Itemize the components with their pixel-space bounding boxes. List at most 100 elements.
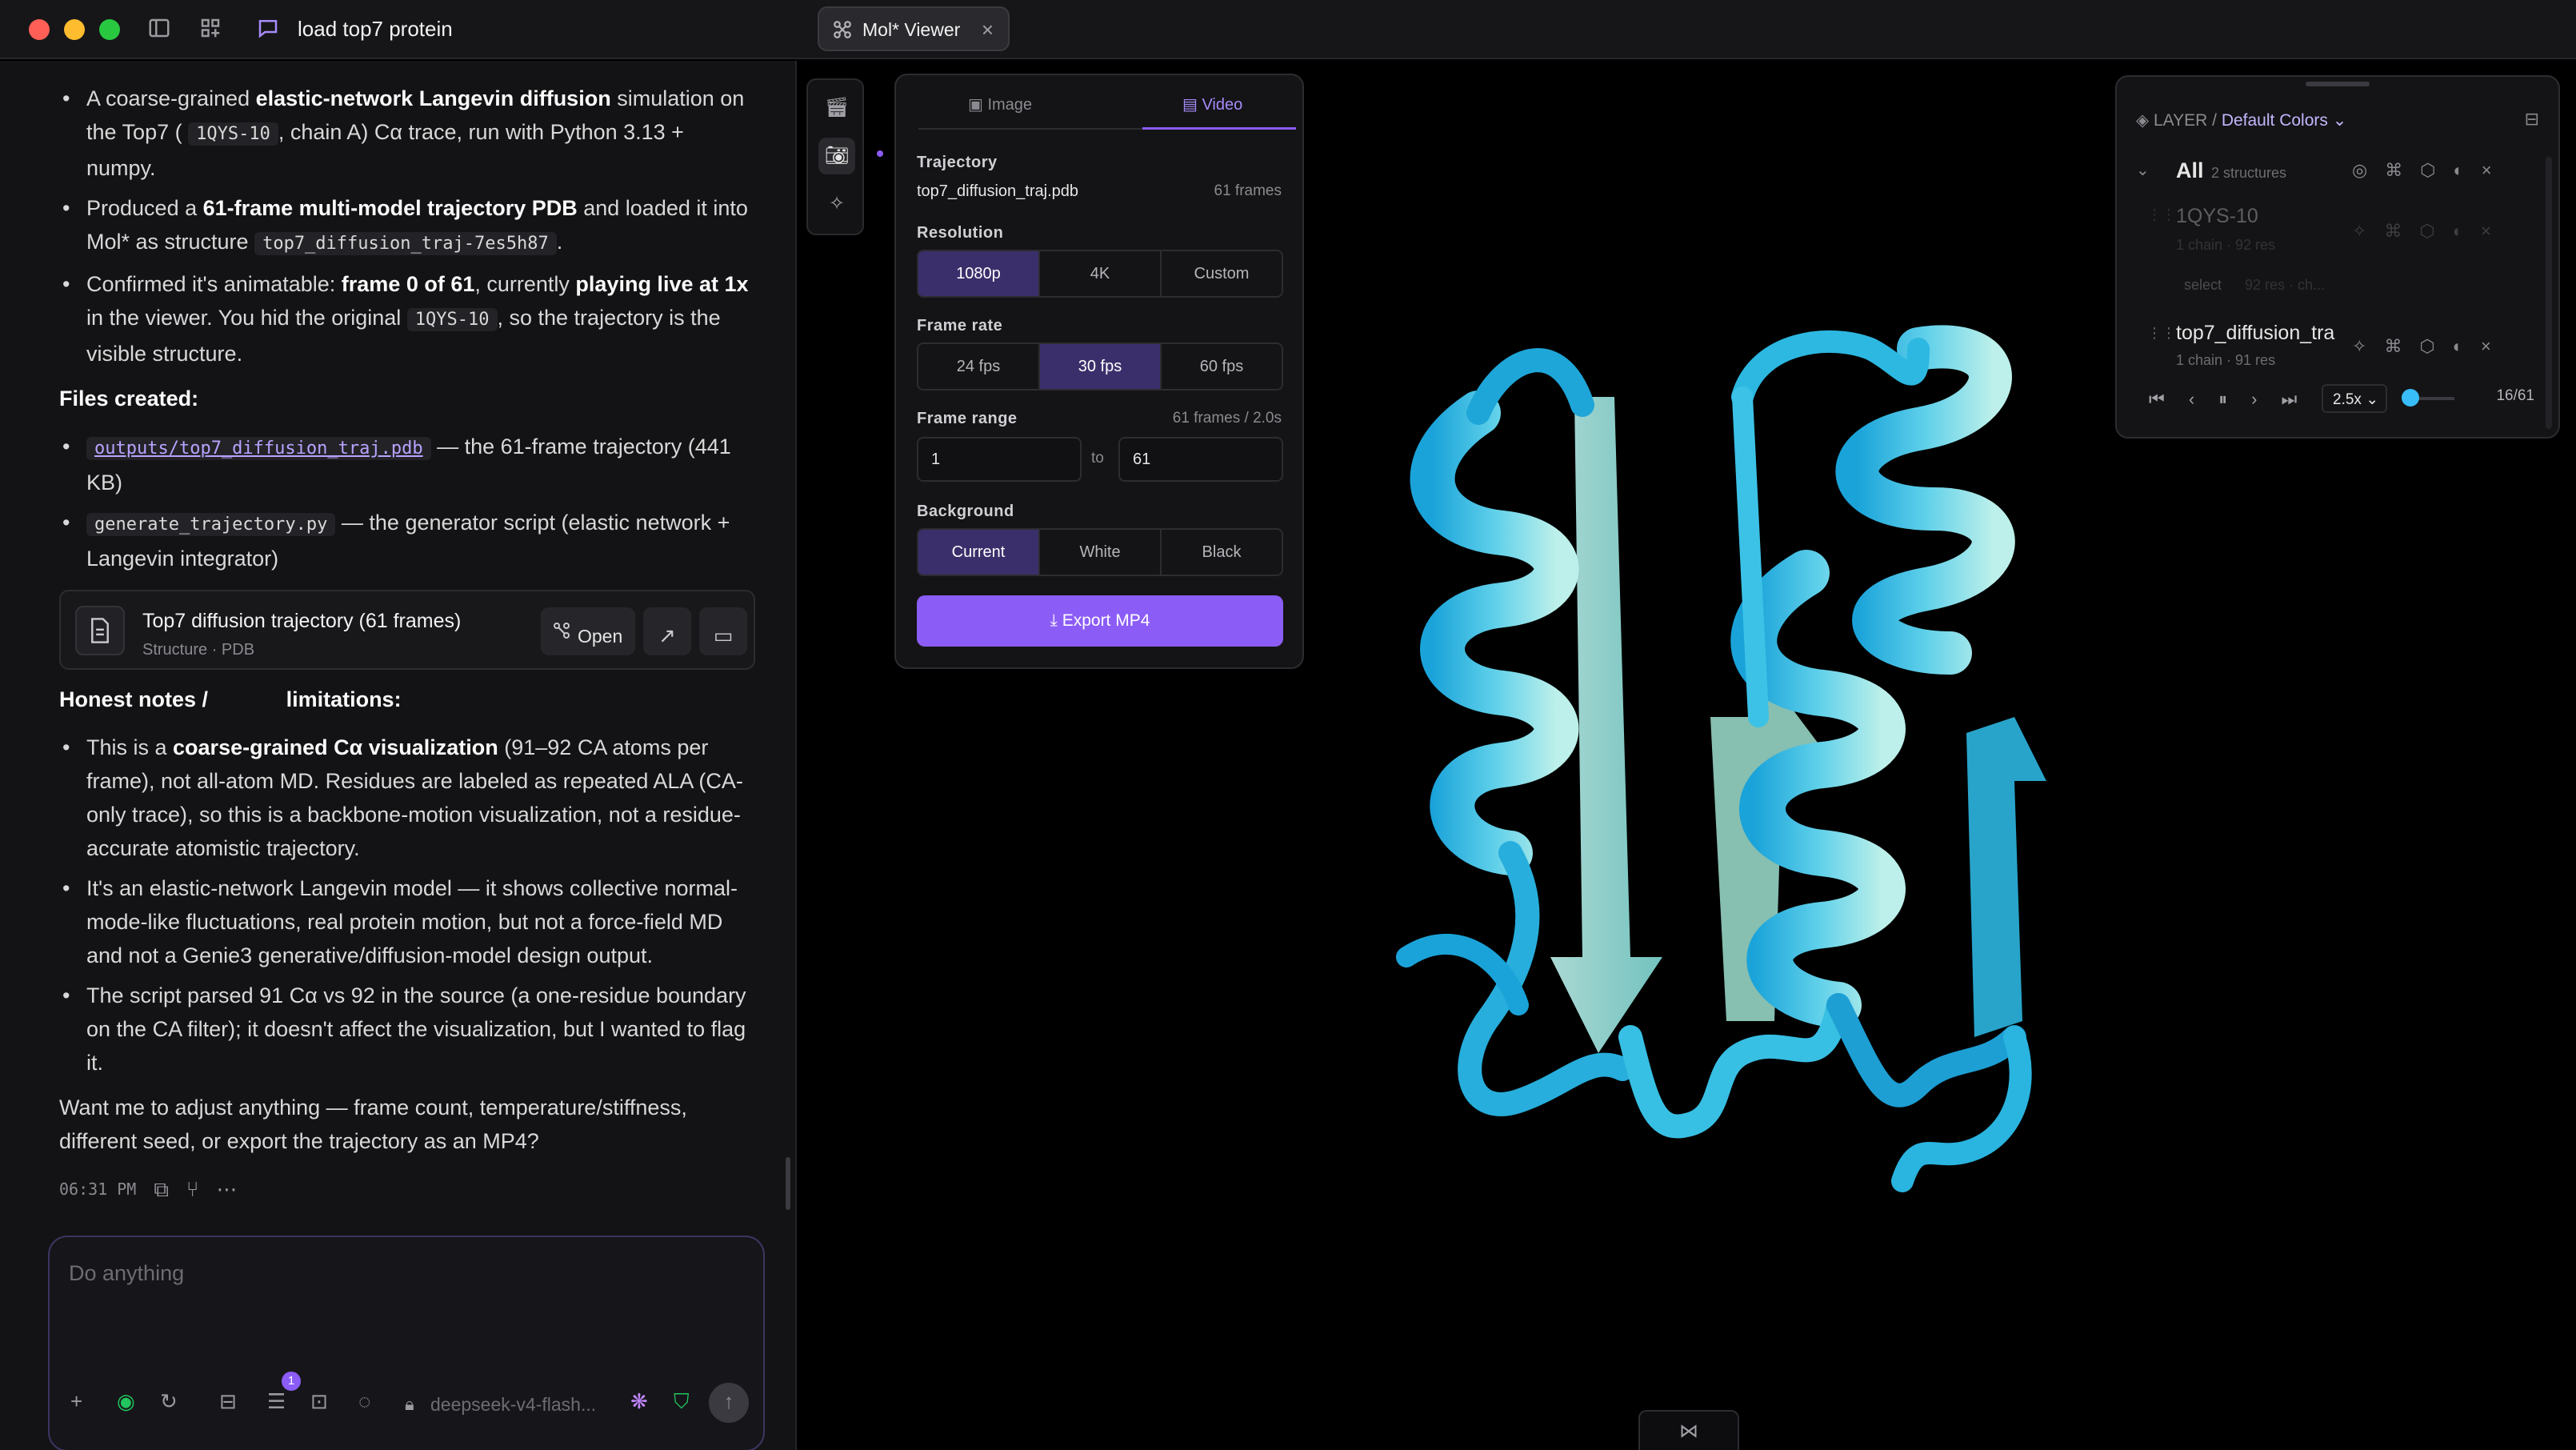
cube-icon[interactable]: ⬡ <box>2419 221 2434 242</box>
resolution-option[interactable]: Custom <box>1162 251 1282 296</box>
grid-apps-icon[interactable] <box>198 16 226 43</box>
collapse-panel-icon[interactable]: ⊟ <box>2525 109 2539 130</box>
composer-input[interactable]: Do anything <box>69 1261 184 1286</box>
chevron-down-icon[interactable]: ⌄ <box>2136 160 2150 180</box>
shield-icon[interactable]: ⛉ <box>674 1389 690 1415</box>
tab-video[interactable]: ▤ Video <box>1182 94 1242 114</box>
drag-handle[interactable] <box>2306 82 2370 86</box>
camera-icon[interactable]: 📷︎ <box>818 138 855 174</box>
list-icon[interactable]: ☰ <box>267 1389 286 1414</box>
framerate-option[interactable]: 24 fps <box>918 344 1040 389</box>
trajectory-frames: 61 frames <box>1214 182 1282 199</box>
list-item: Produced a 61-frame multi-model trajecto… <box>59 191 755 261</box>
chat-panel: A coarse-grained elastic-network Langevi… <box>0 61 797 1450</box>
tab-image[interactable]: ▣ Image <box>968 94 1032 114</box>
timestamp: 06:31 PM <box>59 1180 137 1199</box>
focus-icon[interactable]: ✧ <box>2352 336 2366 357</box>
background-label: Background <box>917 503 1014 520</box>
send-button[interactable]: ↑ <box>709 1383 749 1423</box>
hide-icon[interactable]: ◎ <box>2352 160 2367 181</box>
spinner-icon: ◌ <box>358 1389 371 1413</box>
structure-name[interactable]: top7_diffusion_tra <box>2176 322 2334 345</box>
focus-icon[interactable]: ✧ <box>2352 221 2366 242</box>
range-to-input[interactable]: 61 <box>1118 437 1283 482</box>
file-link[interactable]: outputs/top7_diffusion_traj.pdb <box>86 437 431 460</box>
resolution-option[interactable]: 1080p <box>918 251 1040 296</box>
all-structures-label[interactable]: All <box>2176 158 2204 183</box>
selection-label[interactable]: select <box>2184 277 2222 294</box>
tab-mol-viewer[interactable]: Mol* Viewer × <box>818 6 1010 51</box>
active-tab-indicator <box>1142 127 1296 130</box>
folder-icon[interactable]: ▭ <box>699 607 747 655</box>
close-icon[interactable]: × <box>2482 160 2492 181</box>
palette-icon[interactable]: ◐ <box>2453 160 2463 181</box>
layer-panel: ◈ LAYER / Default Colors ⌄ ⊟ ⌄ All 2 str… <box>2115 75 2560 439</box>
skip-end-icon[interactable]: ⏭ <box>2281 389 2297 410</box>
brain-icon[interactable]: ❋ <box>630 1389 648 1414</box>
command-icon[interactable]: ⌘ <box>2385 160 2402 181</box>
more-icon[interactable]: ⋯ <box>217 1172 238 1206</box>
close-icon[interactable]: × <box>2481 336 2491 357</box>
cube-icon[interactable]: ⬡ <box>2419 336 2434 357</box>
minimize-window-button[interactable] <box>64 19 85 40</box>
structure-name[interactable]: 1QYS-10 <box>2176 205 2258 228</box>
background-option[interactable]: Current <box>918 530 1040 575</box>
background-selector: Current White Black <box>917 528 1283 576</box>
framerate-option[interactable]: 30 fps <box>1040 344 1162 389</box>
document-icon <box>75 606 125 655</box>
summary-list: A coarse-grained elastic-network Langevi… <box>59 82 755 371</box>
playback-controls: ⏮ ‹ ⏸ › ⏭ <box>2149 389 2297 410</box>
pause-icon[interactable]: ⏸ <box>2218 389 2227 410</box>
sparkle-settings-icon[interactable]: ✧ <box>818 186 855 222</box>
history-icon[interactable]: ↻ <box>160 1389 178 1414</box>
export-mp4-button[interactable]: ⤓ Export MP4 <box>917 595 1283 647</box>
close-icon[interactable]: × <box>2481 221 2491 242</box>
open-button[interactable]: Open <box>541 607 635 655</box>
framerate-option[interactable]: 60 fps <box>1162 344 1282 389</box>
copy-icon[interactable]: ⧉ <box>154 1172 169 1206</box>
cube-icon[interactable]: ⬡ <box>2420 160 2435 181</box>
layer-scrollbar[interactable] <box>2546 157 2552 429</box>
frame-slider-knob[interactable] <box>2402 389 2419 407</box>
model-selector[interactable]: deepseek-v4-flash... <box>430 1394 596 1416</box>
range-from-input[interactable]: 1 <box>917 437 1082 482</box>
lock-icon: 🔒︎ <box>405 1394 414 1414</box>
file-card[interactable]: Top7 diffusion trajectory (61 frames) St… <box>59 590 755 670</box>
protein-ribbon-render[interactable] <box>1310 237 2110 1277</box>
panel-toggle-icon[interactable]: ⋈ <box>1638 1410 1739 1450</box>
list-item: generate_trajectory.py — the generator s… <box>59 506 755 575</box>
command-icon[interactable]: ⌘ <box>2384 221 2402 242</box>
folder-search-icon[interactable]: ⊟ <box>219 1389 237 1414</box>
composer[interactable]: Do anything + ◉ ↻ ⊟ ☰ 1 ⊡ ◌ 🔒︎ deepseek-… <box>48 1236 765 1450</box>
background-option[interactable]: White <box>1040 530 1162 575</box>
list-item: This is a coarse-grained Cα visualizatio… <box>59 731 755 865</box>
drag-grip-icon[interactable]: ⋮⋮ <box>2147 206 2176 223</box>
add-icon[interactable]: + <box>70 1389 82 1414</box>
clapper-icon[interactable]: 🎬︎ <box>818 90 855 126</box>
external-link-icon[interactable]: ↗ <box>643 607 691 655</box>
background-option[interactable]: Black <box>1162 530 1282 575</box>
close-window-button[interactable] <box>29 19 50 40</box>
palette-icon[interactable]: ◐ <box>2453 221 2463 242</box>
drag-grip-icon[interactable]: ⋮⋮ <box>2147 325 2176 342</box>
branch-icon[interactable]: ⑂ <box>186 1172 199 1206</box>
palette-icon[interactable]: ◐ <box>2453 336 2463 357</box>
check-circle-icon[interactable]: ◉ <box>117 1389 135 1414</box>
export-panel: ▣ Image ▤ Video Trajectory top7_diffusio… <box>894 74 1304 669</box>
framerange-info: 61 frames / 2.0s <box>1172 410 1282 427</box>
chat-scrollbar[interactable] <box>786 1157 790 1210</box>
color-preset-dropdown[interactable]: Default Colors <box>2222 111 2328 130</box>
resolution-option[interactable]: 4K <box>1040 251 1162 296</box>
playback-speed-select[interactable]: 2.5x ⌄ <box>2322 384 2387 413</box>
framerate-selector: 24 fps 30 fps 60 fps <box>917 342 1283 391</box>
skip-start-icon[interactable]: ⏮ <box>2149 389 2165 410</box>
next-frame-icon[interactable]: › <box>2251 389 2257 410</box>
close-tab-icon[interactable]: × <box>982 18 994 42</box>
command-icon[interactable]: ⌘ <box>2384 336 2402 357</box>
zoom-window-button[interactable] <box>99 19 120 40</box>
notification-badge: 1 <box>282 1372 301 1391</box>
sidebar-toggle-icon[interactable] <box>147 16 174 43</box>
previous-frame-icon[interactable]: ‹ <box>2189 389 2194 410</box>
structure-sub: 1 chain · 91 res <box>2176 352 2276 368</box>
bot-icon[interactable]: ⊡ <box>310 1389 328 1414</box>
